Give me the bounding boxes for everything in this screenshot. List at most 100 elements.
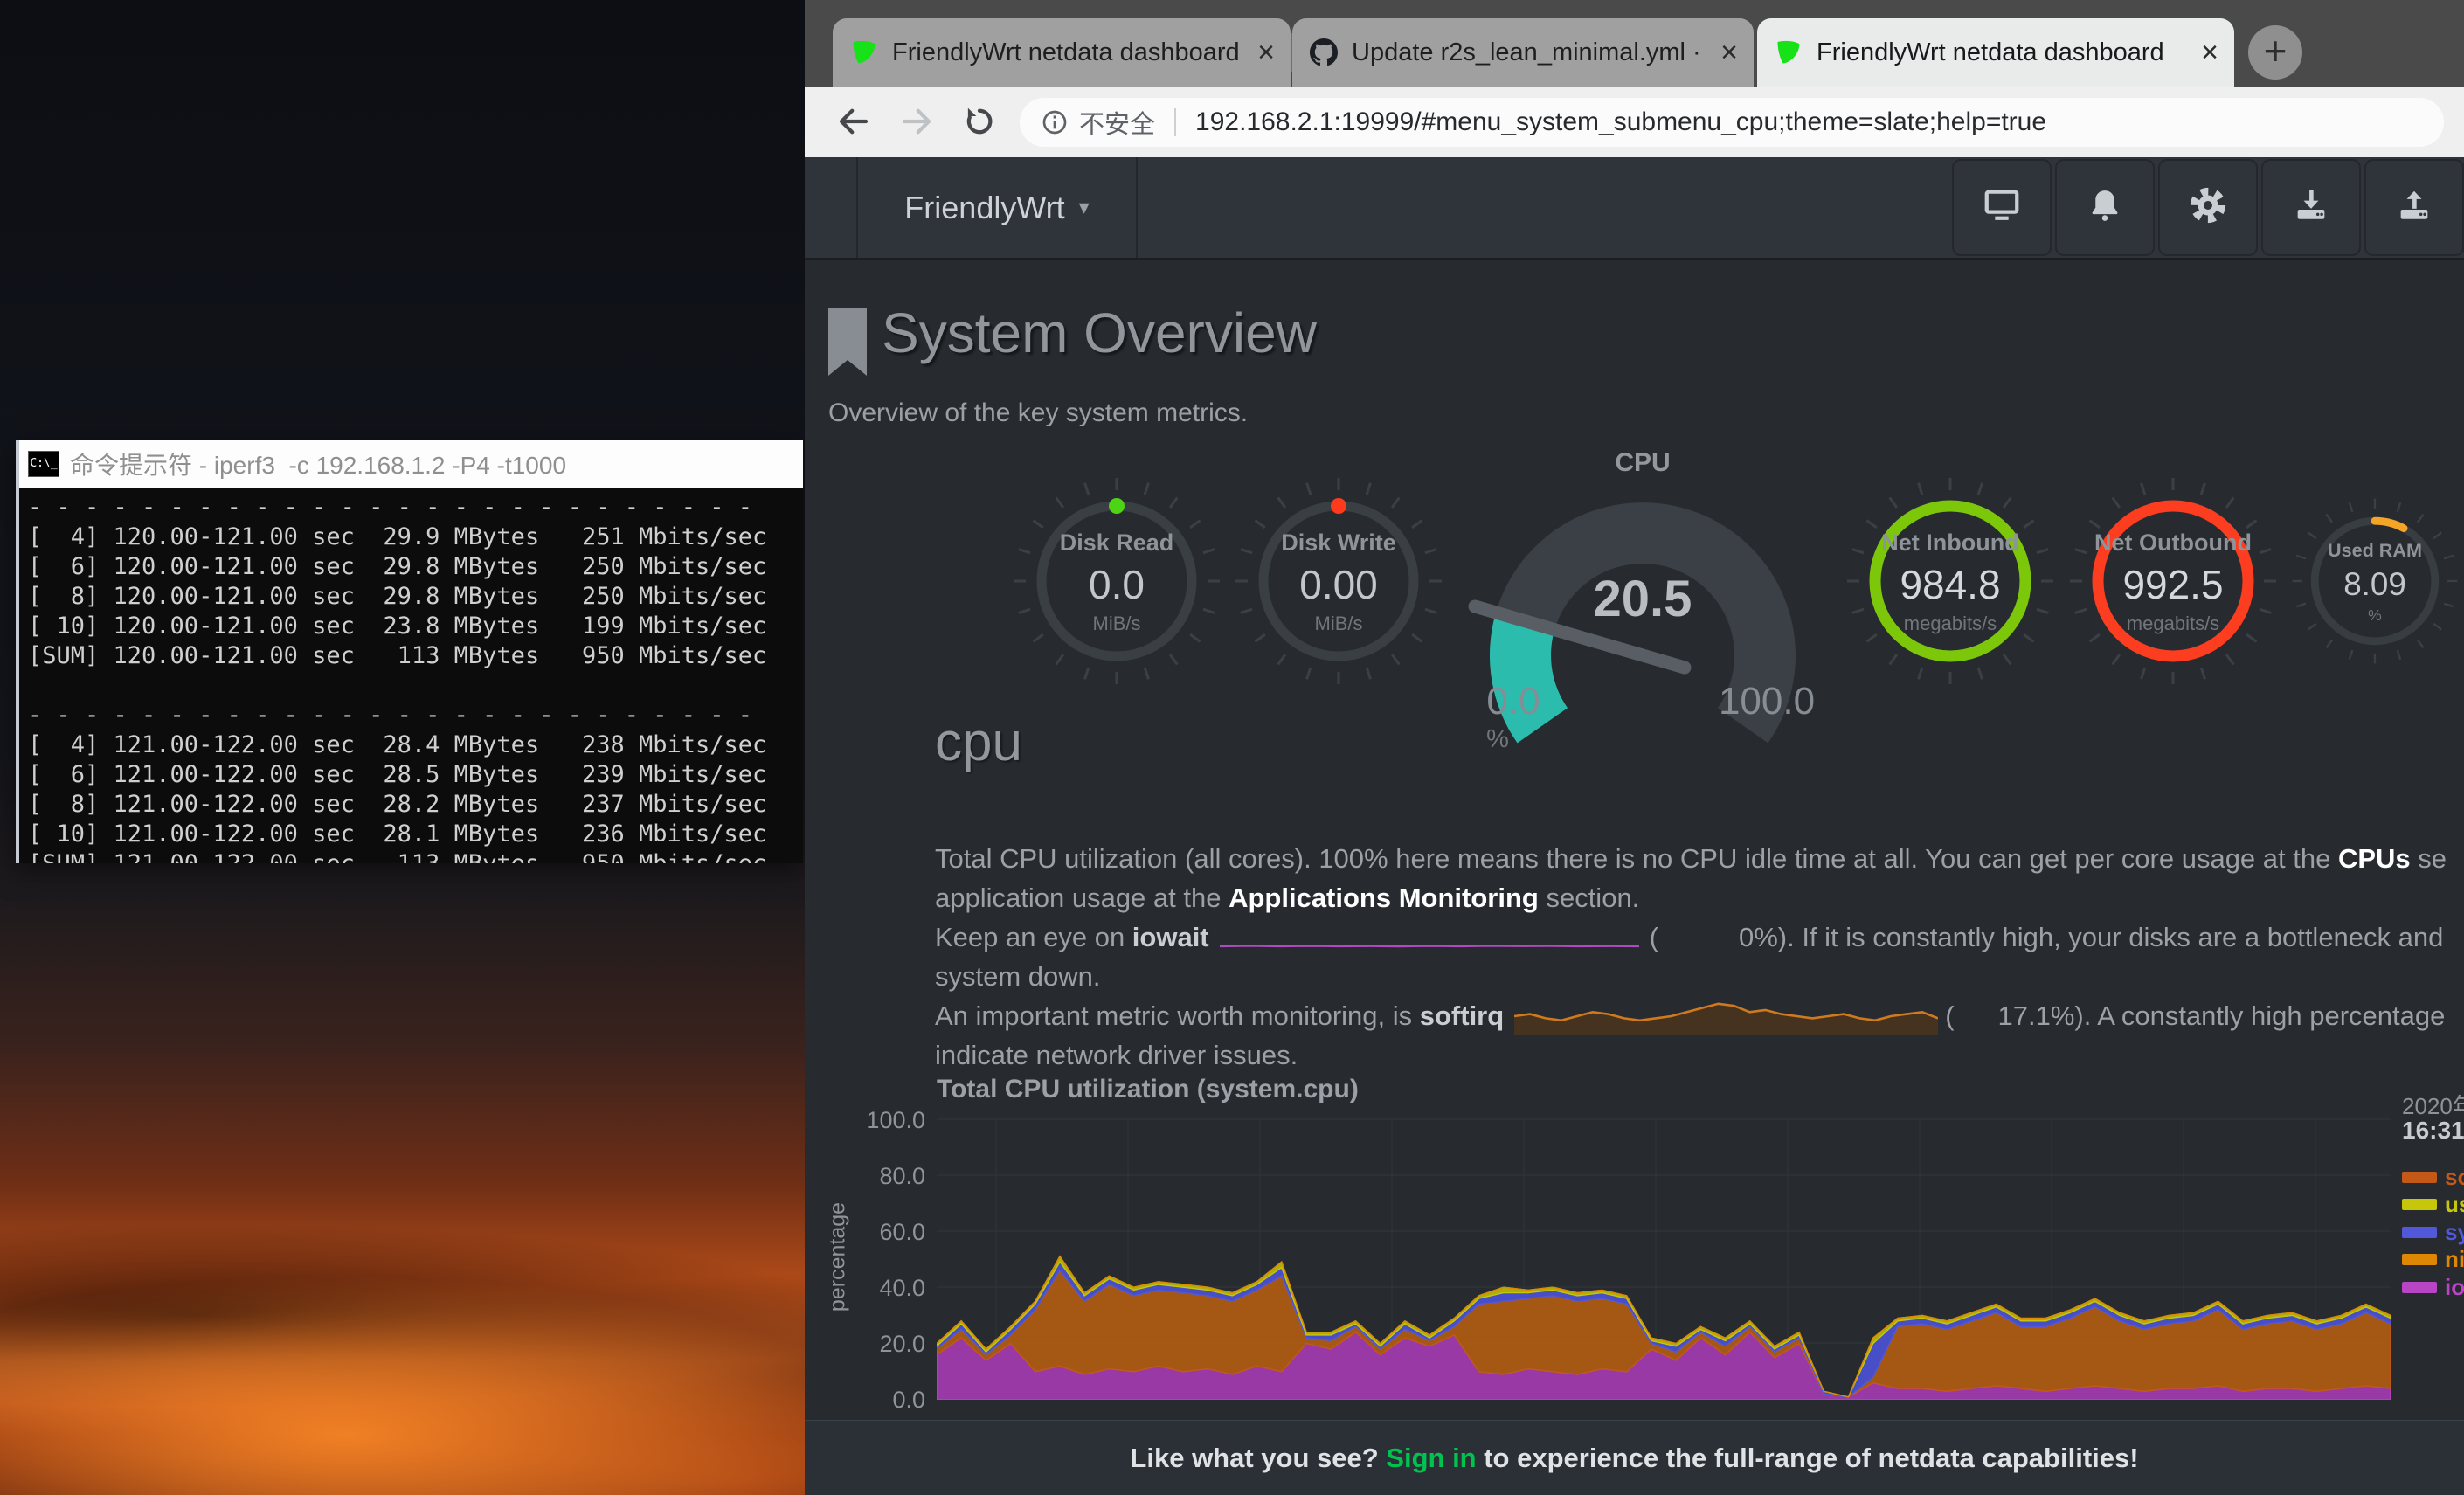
terminal-output: - - - - - - - - - - - - - - - - - - - - … (19, 488, 803, 863)
cpu-description-line-3: Keep an eye on iowait(0%). If it is cons… (935, 917, 2464, 957)
github-logo-icon (1310, 38, 1338, 66)
back-button[interactable] (829, 97, 878, 146)
upload-button[interactable] (2364, 159, 2464, 256)
legend-item-iowait[interactable]: iowait (2402, 1274, 2464, 1300)
terminal-title: 命令提示符 - iperf3 -c 192.168.1.2 -P4 -t1000 (70, 446, 566, 481)
svg-text:Disk Write: Disk Write (1281, 529, 1396, 556)
download-button[interactable] (2261, 159, 2361, 256)
host-selector[interactable]: FriendlyWrt ▾ (856, 157, 1138, 258)
address-divider (1174, 108, 1176, 136)
reload-button[interactable] (955, 97, 1004, 146)
browser-tab-2[interactable]: Update r2s_lean_minimal.yml · k × (1292, 18, 1754, 87)
y-tick-label: 100.0 (812, 1107, 925, 1132)
cpus-link[interactable]: CPUs (2338, 843, 2411, 875)
legend-swatch (2402, 1172, 2437, 1183)
netdata-page: FriendlyWrt ▾ System Overview Overview o… (805, 157, 2464, 1495)
cpu-description-line-6: indicate network driver issues. (935, 1035, 2464, 1075)
section-subtitle: Overview of the key system metrics. (828, 398, 1248, 428)
signin-banner: Like what you see? Sign in to experience… (805, 1420, 2464, 1495)
svg-text:Disk Read: Disk Read (1060, 529, 1174, 556)
y-tick-label: 40.0 (812, 1275, 925, 1299)
svg-text:megabits/s: megabits/s (2127, 613, 2219, 634)
address-bar[interactable]: 不安全 192.168.2.1:19999/#menu_system_subme… (1020, 98, 2444, 147)
monitor-button[interactable] (1952, 159, 2052, 256)
bell-icon (2085, 185, 2125, 230)
y-tick-label: 0.0 (812, 1387, 925, 1411)
gear-button[interactable] (2158, 159, 2258, 256)
svg-text:0.00: 0.00 (1299, 562, 1378, 607)
y-tick-label: 80.0 (812, 1163, 925, 1187)
browser-window: + FriendlyWrt netdata dashboard×Update r… (805, 0, 2464, 1495)
svg-text:MiB/s: MiB/s (1315, 613, 1363, 634)
svg-text:0.0: 0.0 (1486, 680, 1540, 723)
svg-text:Used RAM: Used RAM (2328, 539, 2422, 561)
cpu-description-line-4: system down. (935, 957, 2464, 996)
legend-swatch (2402, 1282, 2437, 1293)
close-tab-icon[interactable]: × (1720, 36, 1738, 70)
sign-in-link[interactable]: Sign in (1386, 1443, 1476, 1473)
chart-timestamp-time: 16:31:2 (2402, 1117, 2464, 1145)
disk-write-gauge[interactable]: Disk Write 0.00 MiB/s (1225, 467, 1452, 699)
tab-strip: + FriendlyWrt netdata dashboard×Update r… (805, 0, 2464, 87)
cpu-description-line-5: An important metric worth monitoring, is… (935, 996, 2464, 1035)
legend-label: iowait (2445, 1274, 2464, 1301)
svg-text:Net Outbound: Net Outbound (2094, 529, 2252, 556)
y-tick-label: 20.0 (812, 1331, 925, 1355)
download-icon (2291, 185, 2331, 230)
svg-text:megabits/s: megabits/s (1904, 613, 1997, 634)
gear-icon (2188, 185, 2228, 230)
legend-swatch (2402, 1227, 2437, 1238)
legend-item-softirq[interactable]: softirq (2402, 1164, 2464, 1190)
softirq-sparkline (1514, 996, 1938, 1035)
security-label[interactable]: 不安全 (1079, 104, 1155, 141)
monitor-icon (1982, 185, 2022, 230)
legend-swatch (2402, 1199, 2437, 1210)
svg-text:%: % (2368, 606, 2382, 624)
disk-read-gauge[interactable]: Disk Read0.0MiB/s (1003, 467, 1230, 699)
svg-text:Net Inbound: Net Inbound (1881, 529, 2018, 556)
chart-y-axis-label: percentage (826, 1179, 851, 1336)
bookmark-icon (828, 308, 867, 380)
chevron-down-icon: ▾ (1079, 195, 1090, 220)
legend-item-nice[interactable]: nice (2402, 1247, 2464, 1273)
legend-item-user[interactable]: user (2402, 1192, 2464, 1218)
host-name: FriendlyWrt (904, 190, 1064, 226)
netdata-logo-icon (1775, 38, 1803, 66)
browser-tab-1[interactable]: FriendlyWrt netdata dashboard × (833, 18, 1291, 87)
new-tab-button[interactable]: + (2248, 25, 2302, 80)
cpu-description-line-2: application usage at the Applications Mo… (935, 878, 2464, 917)
terminal-window[interactable]: C:\_ 命令提示符 - iperf3 -c 192.168.1.2 -P4 -… (16, 440, 803, 863)
net-inbound-gauge[interactable]: Net Inbound 984.8 megabits/s (1837, 467, 2064, 699)
legend-label: system (2445, 1219, 2464, 1246)
tab-label: FriendlyWrt netdata dashboard (1817, 38, 2189, 67)
browser-toolbar: 不安全 192.168.2.1:19999/#menu_system_subme… (805, 87, 2464, 157)
terminal-titlebar[interactable]: C:\_ 命令提示符 - iperf3 -c 192.168.1.2 -P4 -… (19, 440, 803, 488)
tab-label: FriendlyWrt netdata dashboard (892, 38, 1245, 67)
svg-text:984.8: 984.8 (1900, 562, 2000, 607)
legend-swatch (2402, 1254, 2437, 1265)
browser-tab-3[interactable]: FriendlyWrt netdata dashboard × (1757, 18, 2234, 87)
cmd-icon: C:\_ (28, 451, 59, 477)
svg-text:100.0: 100.0 (1719, 680, 1815, 723)
cpu-utilization-chart[interactable] (937, 1118, 2391, 1400)
svg-text:CPU: CPU (1615, 448, 1670, 477)
legend-item-system[interactable]: system (2402, 1219, 2464, 1245)
info-icon[interactable] (1041, 108, 1069, 136)
upload-icon (2394, 185, 2434, 230)
cpu-description-line-1: Total CPU utilization (all cores). 100% … (935, 839, 2464, 878)
forward-button[interactable] (892, 97, 941, 146)
legend-label: softirq (2445, 1164, 2464, 1191)
bell-button[interactable] (2055, 159, 2155, 256)
url-text[interactable]: 192.168.2.1:19999/#menu_system_submenu_c… (1195, 107, 2046, 137)
tab-label: Update r2s_lean_minimal.yml · k (1352, 38, 1708, 67)
netdata-logo-icon (850, 38, 878, 66)
close-tab-icon[interactable]: × (2201, 36, 2218, 70)
cpu-gauge[interactable]: CPU20.50.0%100.0 (1459, 441, 1826, 760)
svg-text:20.5: 20.5 (1594, 571, 1692, 627)
net-outbound-gauge[interactable]: Net Outbound992.5megabits/s (2059, 467, 2287, 699)
legend-label: user (2445, 1191, 2464, 1218)
applications-monitoring-link[interactable]: Applications Monitoring (1229, 882, 1539, 914)
svg-text:MiB/s: MiB/s (1093, 613, 1141, 634)
used-ram-gauge[interactable]: Used RAM8.09% (2284, 490, 2464, 675)
close-tab-icon[interactable]: × (1257, 36, 1275, 70)
